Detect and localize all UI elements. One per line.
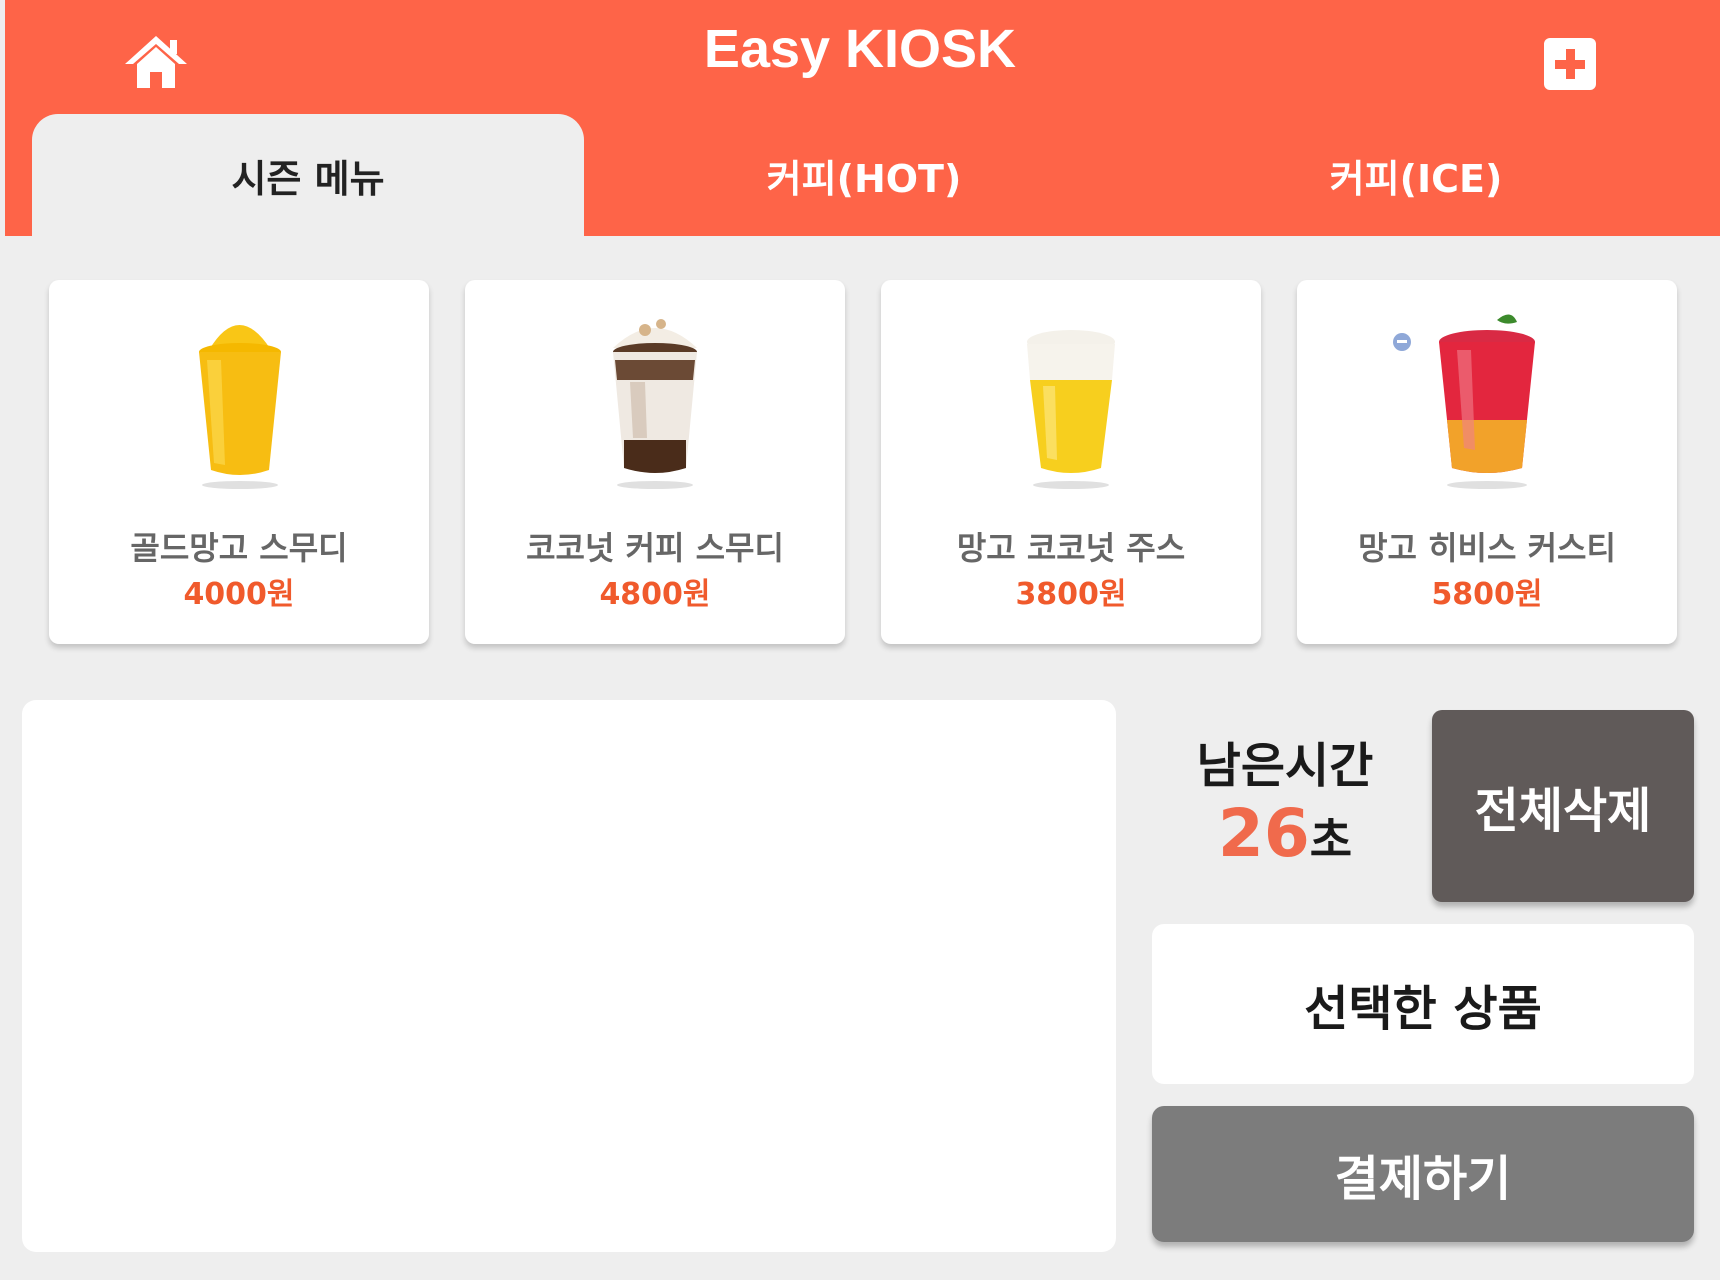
remaining-time-value: 26초: [1170, 796, 1400, 889]
seconds-unit: 초: [1309, 813, 1353, 867]
kiosk-app: Easy KIOSK 시즌 메뉴 커피(HOT) 커피(ICE) 골드망고 스무…: [0, 0, 1720, 1280]
menu-item-card[interactable]: 망고 히비스 커스티 5800원: [1297, 280, 1677, 644]
app-title: Easy KIOSK: [703, 19, 1017, 79]
menu-item-card[interactable]: 코코넛 커피 스무디 4800원: [465, 280, 845, 644]
tab-coffee-ice[interactable]: 커피(ICE): [1140, 114, 1692, 236]
menu-item-name: 코코넛 커피 스무디: [526, 529, 784, 567]
menu-item-card[interactable]: 골드망고 스무디 4000원: [49, 280, 429, 644]
cart-list-panel[interactable]: [22, 700, 1116, 1252]
menu-item-name: 골드망고 스무디: [130, 529, 348, 567]
menu-item-price: 5800원: [1431, 577, 1543, 612]
mango-coconut-juice-image: [1027, 330, 1115, 489]
selected-items-box[interactable]: 선택한 상품: [1152, 924, 1694, 1084]
menu-item-card[interactable]: 망고 코코넛 주스 3800원: [881, 280, 1261, 644]
menu-item-name: 망고 코코넛 주스: [956, 529, 1186, 567]
mango-smoothie-image: [199, 325, 281, 489]
pay-button[interactable]: 결제하기: [1152, 1106, 1694, 1242]
menu-item-name: 망고 히비스 커스티: [1358, 529, 1616, 567]
menu-item-price: 4800원: [599, 577, 711, 612]
remaining-time-label: 남은시간: [1196, 738, 1374, 794]
mango-hibiscus-tea-image: [1393, 314, 1535, 489]
tab-coffee-hot[interactable]: 커피(HOT): [588, 114, 1140, 236]
clear-all-button[interactable]: 전체삭제: [1432, 710, 1694, 902]
menu-item-price: 4000원: [183, 577, 295, 612]
coconut-coffee-smoothie-image: [613, 319, 697, 489]
remaining-seconds: 26: [1217, 795, 1310, 872]
tab-season-menu[interactable]: 시즌 메뉴: [32, 114, 584, 236]
menu-item-price: 3800원: [1015, 577, 1127, 612]
